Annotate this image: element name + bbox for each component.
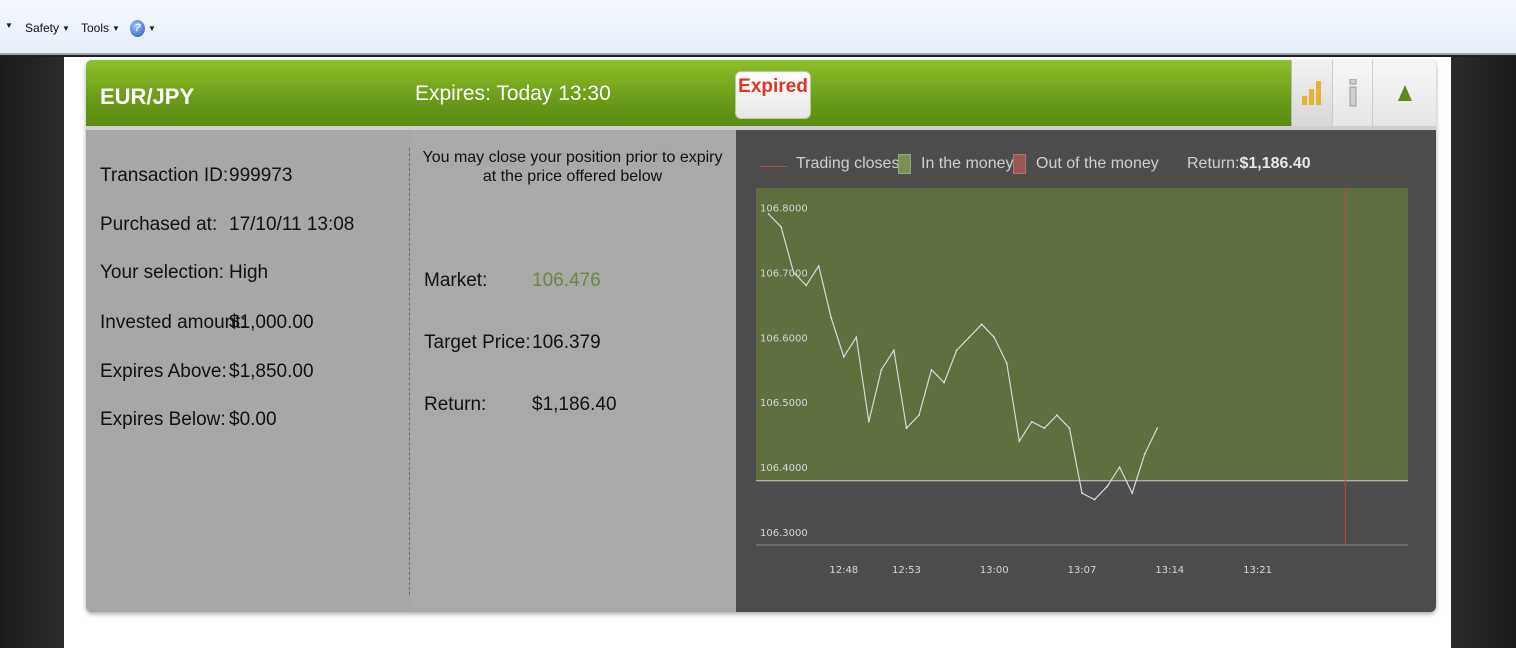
price-point (955, 349, 958, 352)
position-panel: You may close your position prior to exp… (410, 130, 736, 612)
chevron-down-icon: ▼ (62, 23, 70, 33)
return-label: Return: (424, 394, 487, 415)
detail-row: Expires Below: $0.00 (100, 409, 277, 430)
info-button[interactable] (1332, 60, 1372, 126)
trade-widget: EUR/JPY Expires: Today 13:30 Expired Tra… (86, 60, 1436, 612)
x-tick-label: 13:07 (1068, 565, 1097, 576)
price-point (980, 323, 983, 326)
price-point (1005, 362, 1008, 365)
x-tick-label: 13:00 (980, 565, 1009, 576)
y-tick-label: 106.3000 (760, 528, 808, 539)
expires-label: Expires: (415, 82, 491, 105)
price-point (792, 271, 795, 274)
price-point (930, 368, 933, 371)
price-point (880, 368, 883, 371)
help-menu[interactable]: ? ▼ (130, 20, 156, 37)
detail-row: Invested amount: $1,000.00 (100, 312, 314, 333)
target-price-label: Target Price: (424, 332, 531, 353)
help-icon: ? (130, 20, 145, 37)
transaction-details: Transaction ID: 999973 Purchased at: 17/10… (86, 130, 409, 612)
return-value: $1,186.40 (532, 394, 617, 415)
price-point (842, 355, 845, 358)
price-point (817, 265, 820, 267)
price-point (855, 336, 858, 339)
detail-row: Transaction ID: 999973 (100, 165, 293, 186)
price-point (1081, 492, 1083, 494)
y-tick-label: 106.6000 (760, 333, 808, 344)
x-tick-label: 12:48 (829, 565, 858, 576)
price-point (1018, 440, 1021, 442)
tools-menu[interactable]: Tools ▼ (81, 21, 120, 35)
target-price-value: 106.379 (532, 332, 601, 353)
price-point (918, 414, 920, 416)
y-tick-label: 106.4000 (760, 463, 808, 474)
in-money-region (756, 188, 1408, 481)
browser-command-bar: ▼ Safety ▼ Tools ▼ ? ▼ (0, 0, 1516, 55)
y-tick-label: 106.7000 (760, 268, 808, 279)
detail-row: Expires Above: $1,850.00 (100, 361, 314, 382)
overflow-chevron-icon[interactable]: ▼ (2, 21, 13, 30)
price-point (830, 317, 833, 319)
price-point (1106, 485, 1108, 488)
price-point (868, 420, 870, 423)
price-point (780, 226, 782, 228)
x-tick-label: 12:53 (892, 565, 921, 576)
expiry-info: Expires: Today 13:30 (415, 82, 611, 106)
price-point (968, 336, 970, 339)
detail-row: Purchased at: 17/10/11 13:08 (100, 214, 355, 235)
collapse-up-icon (1397, 85, 1412, 101)
price-point (1156, 427, 1159, 429)
price-chart-panel: Trading closes In the money Out of the m… (736, 130, 1436, 612)
price-point (943, 381, 945, 384)
price-point (993, 336, 996, 339)
y-tick-label: 106.5000 (760, 398, 808, 409)
chevron-down-icon: ▼ (112, 23, 120, 33)
price-point (1118, 466, 1121, 468)
price-chart: 106.8000 106.7000 106.6000 106.5000 106.4000… (756, 188, 1408, 576)
chart-view-button[interactable] (1291, 60, 1332, 126)
price-point (1056, 414, 1058, 416)
x-tick-label: 13:21 (1243, 565, 1272, 576)
x-tick-label: 13:14 (1155, 565, 1184, 576)
bar-chart-icon (1302, 81, 1321, 105)
collapse-button[interactable] (1372, 60, 1436, 126)
price-point (1131, 492, 1133, 494)
price-point (1031, 420, 1033, 423)
safety-menu[interactable]: Safety ▼ (25, 21, 70, 35)
price-point (905, 427, 908, 429)
detail-row: Your selection: High (100, 262, 269, 283)
status-badge: Expired (735, 71, 811, 119)
price-point (1093, 498, 1096, 501)
info-icon (1349, 79, 1356, 107)
price-point (1068, 427, 1071, 429)
page-frame-right (1451, 57, 1516, 648)
price-point (1043, 427, 1046, 429)
y-tick-label: 106.8000 (760, 203, 808, 214)
price-point (893, 349, 895, 352)
market-label: Market: (424, 270, 488, 291)
price-point (1143, 453, 1146, 455)
market-value: 106.476 (532, 270, 601, 291)
price-point (767, 213, 770, 215)
page-frame-left (0, 57, 64, 648)
currency-pair: EUR/JPY (100, 84, 195, 109)
price-point (805, 284, 807, 287)
chevron-down-icon: ▼ (148, 24, 156, 33)
widget-header: EUR/JPY Expires: Today 13:30 Expired (86, 60, 1436, 126)
expires-value: Today 13:30 (496, 82, 611, 105)
close-position-note: You may close your position prior to exp… (422, 149, 723, 185)
